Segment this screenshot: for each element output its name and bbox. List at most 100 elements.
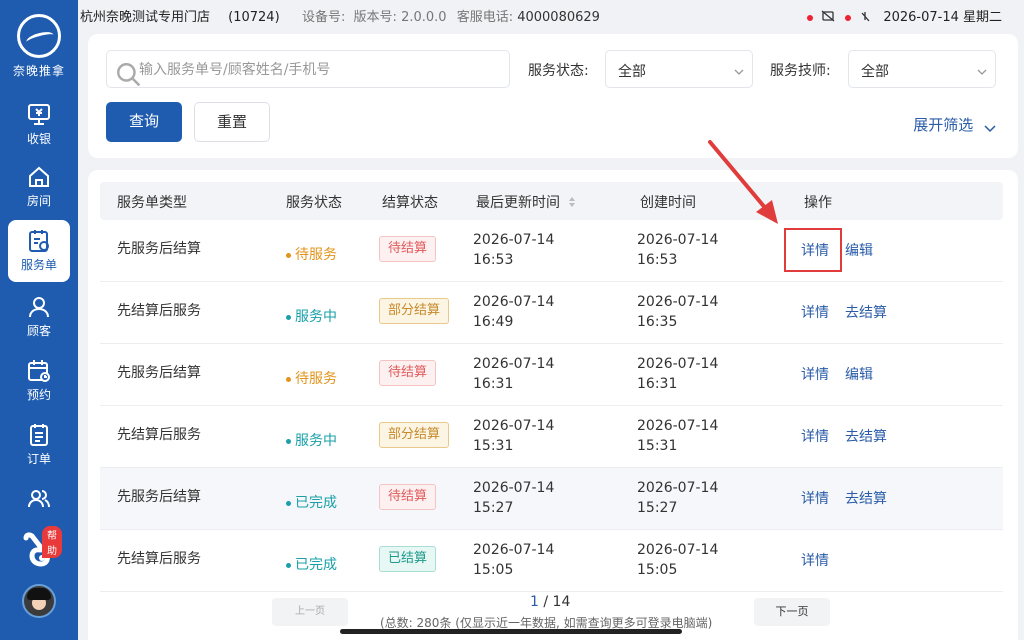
settle-status-badge: 待结算 — [379, 484, 437, 510]
reset-button[interactable]: 重置 — [194, 102, 270, 142]
col-header-actions: 操作 — [804, 195, 832, 211]
logo-text: 奈晚推拿 — [12, 64, 65, 78]
edit-link[interactable]: 编辑 — [845, 364, 873, 384]
help-badge: 帮助 — [42, 526, 62, 558]
sidebar-item-service-order[interactable]: 服务单 — [8, 220, 70, 282]
service-phone: 4000080629 — [517, 10, 600, 25]
col-header-status: 服务状态 — [286, 195, 342, 211]
query-button[interactable]: 查询 — [106, 102, 182, 142]
page-indicator: 1 / 14 — [530, 594, 570, 610]
edit-link[interactable]: 编辑 — [845, 240, 873, 260]
cashier-icon — [26, 102, 52, 128]
sidebar-item-staff[interactable] — [8, 478, 70, 518]
chevron-down-icon — [984, 120, 996, 132]
search-input[interactable] — [139, 59, 499, 81]
created-time-text: 15:27 — [637, 500, 678, 516]
users-icon — [26, 486, 52, 512]
service-status: 已完成 — [286, 492, 337, 512]
service-phone-label: 客服电话: — [456, 10, 514, 25]
updated-date-text: 2026-07-14 — [473, 480, 555, 496]
detail-link[interactable]: 详情 — [801, 364, 829, 384]
next-page-button[interactable]: 下一页 — [754, 598, 830, 626]
settle-status-badge: 部分结算 — [379, 422, 450, 448]
col-header-updated[interactable]: 最后更新时间 — [476, 192, 576, 212]
technician-value: 全部 — [861, 64, 889, 80]
sidebar-item-label: 订单 — [26, 452, 51, 466]
sidebar-item-appointment[interactable]: 预约 — [8, 350, 70, 412]
created-date-text: 2026-07-14 — [637, 294, 719, 310]
created-date-text: 2026-07-14 — [637, 356, 719, 372]
home-icon — [26, 164, 52, 190]
settle-status-badge: 已结算 — [379, 546, 437, 572]
service-status-label: 服务状态: — [528, 63, 589, 79]
status-bar: 杭州奈晚测试专用门店 (10724) 设备号: 版本号: 2.0.0.0 客服电… — [78, 0, 1024, 28]
updated-time: 2026-07-14 15:05 — [473, 540, 554, 580]
detail-link[interactable]: 详情 — [801, 550, 829, 570]
home-indicator[interactable] — [340, 629, 682, 634]
updated-time: 2026-07-14 16:31 — [473, 354, 554, 394]
updated-time-text: 16:49 — [473, 314, 514, 330]
table-header: 服务单类型 服务状态 结算状态 最后更新时间 创建时间 操作 — [100, 182, 1003, 220]
service-status-select[interactable]: 全部 — [605, 50, 753, 88]
service-status: 服务中 — [286, 306, 337, 326]
created-time-text: 16:53 — [637, 252, 678, 268]
order-type: 先结算后服务 — [117, 303, 201, 319]
settle-link[interactable]: 去结算 — [845, 426, 887, 446]
created-time-text: 16:35 — [637, 314, 678, 330]
search-icon — [115, 61, 141, 87]
updated-date-text: 2026-07-14 — [473, 294, 555, 310]
service-order-icon — [26, 228, 52, 254]
updated-time: 2026-07-14 15:27 — [473, 478, 554, 518]
annotation-arrow-icon — [708, 140, 778, 224]
table-row: 先结算后服务 已完成 已结算 2026-07-14 15:05 2026-07-1… — [100, 530, 1003, 592]
order-type: 先结算后服务 — [117, 551, 201, 567]
prev-page-button[interactable]: 上一页 — [272, 598, 348, 626]
updated-date-text: 2026-07-14 — [473, 232, 555, 248]
service-status: 待服务 — [286, 368, 337, 388]
sidebar-item-label: 顾客 — [26, 324, 51, 338]
total-pages: 14 — [552, 594, 571, 610]
detail-link[interactable]: 详情 — [801, 488, 829, 508]
annotation-highlight-box — [784, 228, 842, 272]
search-box[interactable] — [106, 50, 510, 88]
updated-time: 2026-07-14 15:31 — [473, 416, 554, 456]
detail-link[interactable]: 详情 — [801, 426, 829, 446]
table-row: 先服务后结算 已完成 待结算 2026-07-14 15:27 2026-07-1… — [100, 468, 1003, 530]
sidebar-item-cashier[interactable]: 收银 — [8, 94, 70, 156]
service-status-text: 已完成 — [295, 557, 337, 573]
settle-link[interactable]: 去结算 — [845, 302, 887, 322]
settle-status-badge: 待结算 — [379, 360, 437, 386]
settle-status-badge: 待结算 — [379, 236, 437, 262]
order-type: 先服务后结算 — [117, 241, 201, 257]
service-status: 已完成 — [286, 554, 337, 574]
col-header-updated-label: 最后更新时间 — [476, 195, 560, 211]
detail-link[interactable]: 详情 — [801, 302, 829, 322]
updated-date-text: 2026-07-14 — [473, 418, 555, 434]
current-page: 1 — [530, 594, 539, 610]
updated-date-text: 2026-07-14 — [473, 356, 555, 372]
sidebar-item-customer[interactable]: 顾客 — [8, 286, 70, 348]
created-time: 2026-07-14 15:31 — [637, 416, 718, 456]
avatar[interactable] — [22, 584, 56, 618]
technician-select[interactable]: 全部 — [848, 50, 996, 88]
sidebar-item-orders[interactable]: 订单 — [8, 414, 70, 476]
alert-dot — [845, 14, 852, 21]
col-header-created: 创建时间 — [640, 195, 696, 211]
filter-panel: 服务状态: 全部 服务技师: 全部 查询 重置 展开筛选 — [88, 34, 1018, 158]
service-status-text: 服务中 — [295, 309, 337, 325]
updated-time-text: 16:31 — [473, 376, 514, 392]
updated-date-text: 2026-07-14 — [473, 542, 555, 558]
technician-label: 服务技师: — [770, 63, 831, 79]
updated-time-text: 16:53 — [473, 252, 514, 268]
order-type: 先结算后服务 — [117, 427, 201, 443]
logo-icon — [17, 14, 61, 58]
table-row: 先结算后服务 服务中 部分结算 2026-07-14 16:49 2026-07-… — [100, 282, 1003, 344]
table-row: 先结算后服务 服务中 部分结算 2026-07-14 15:31 2026-07-… — [100, 406, 1003, 468]
sidebar-item-room[interactable]: 房间 — [8, 156, 70, 218]
expand-filters-link[interactable]: 展开筛选 — [913, 114, 996, 135]
updated-time: 2026-07-14 16:49 — [473, 292, 554, 332]
service-order-table: 服务单类型 服务状态 结算状态 最后更新时间 创建时间 操作 先服务后结算 待服… — [88, 170, 1018, 640]
help-button[interactable]: 帮助 — [20, 526, 62, 570]
settle-link[interactable]: 去结算 — [845, 488, 887, 508]
brand-logo: 奈晚推拿 — [0, 12, 78, 92]
